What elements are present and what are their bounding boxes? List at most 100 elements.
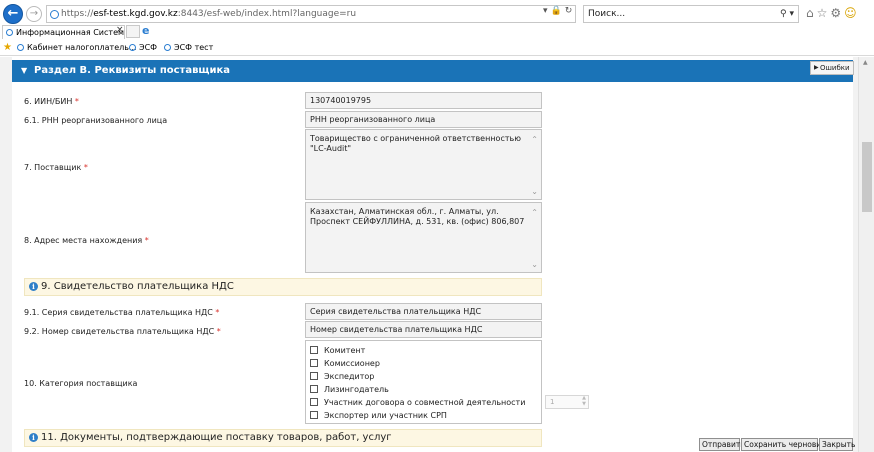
category-label: 10. Категория поставщика xyxy=(24,379,138,388)
smiley-icon[interactable]: ☺ xyxy=(844,6,860,20)
favorite-esf-test[interactable]: ЭСФ тест xyxy=(164,40,213,56)
iin-field[interactable]: 130740019795 xyxy=(305,92,542,109)
scrollbar-thumb[interactable] xyxy=(862,142,872,212)
iin-value: 130740019795 xyxy=(310,96,372,105)
ie-icon xyxy=(6,29,13,36)
documents-section: i 11. Документы, подтверждающие поставку… xyxy=(24,429,542,447)
forward-arrow-icon[interactable]: → xyxy=(26,6,42,22)
vat-number-label: 9.2. Номер свидетельства плательщика НДС… xyxy=(24,327,221,336)
edge-icon[interactable]: e xyxy=(142,25,154,38)
vat-certificate-section: i 9. Свидетельство плательщика НДС xyxy=(24,278,542,296)
checkbox-forwarder[interactable]: Экспедитор xyxy=(310,372,374,381)
info-icon: i xyxy=(29,433,38,442)
favorites-star-icon[interactable]: ☆ xyxy=(817,6,831,20)
vat-series-label: 9.1. Серия свидетельства плательщика НДС… xyxy=(24,308,220,317)
rnn-label: 6.1. РНН реорганизованного лица xyxy=(24,116,168,125)
lock-icon[interactable]: 🔒 xyxy=(551,6,565,16)
checkbox[interactable] xyxy=(310,346,318,354)
checkbox[interactable] xyxy=(310,385,318,393)
iin-label: 6. ИИН/БИН * xyxy=(24,97,79,106)
tab-title: Информационная Систем... xyxy=(16,28,125,37)
favorite-cabinet[interactable]: Кабинет налогоплатель... xyxy=(17,40,137,56)
toolbar-icons: ⌂☆⚙☺ xyxy=(806,6,860,20)
rnn-field[interactable]: РНН реорганизованного лица xyxy=(305,111,542,128)
scroll-up-icon[interactable]: ⌃ xyxy=(531,135,538,145)
supplier-label: 7. Поставщик * xyxy=(24,163,88,172)
close-tab-icon[interactable]: × xyxy=(116,25,124,35)
save-draft-button[interactable]: Сохранить черновик xyxy=(741,438,826,451)
ie-icon xyxy=(164,44,171,51)
checkbox-committent[interactable]: Комитент xyxy=(310,346,365,355)
checkbox[interactable] xyxy=(310,359,318,367)
vat-number-placeholder: Номер свидетельства плательщика НДС xyxy=(310,325,483,334)
address-bar[interactable]: https://esf-test.kgd.gov.kz:8443/esf-web… xyxy=(46,5,576,23)
participant-count-spinner[interactable]: 1 ▲ ▼ xyxy=(545,395,589,409)
back-arrow-icon[interactable]: ← xyxy=(3,4,23,24)
dropdown-icon[interactable]: ▾ xyxy=(543,6,551,16)
scroll-up-arrow-icon[interactable]: ▲ xyxy=(863,59,868,66)
checkbox-commissioner[interactable]: Комиссионер xyxy=(310,359,380,368)
checkbox[interactable] xyxy=(310,372,318,380)
checkbox-joint-activity[interactable]: Участник договора о совместной деятельно… xyxy=(310,398,525,407)
url-prefix: https:// xyxy=(61,9,94,19)
vat-series-placeholder: Серия свидетельства плательщика НДС xyxy=(310,307,482,316)
errors-button[interactable]: ▶ Ошибки xyxy=(810,61,854,75)
scroll-up-icon[interactable]: ⌃ xyxy=(531,208,538,218)
favorites-icon[interactable]: ★ xyxy=(3,40,12,56)
errors-label: Ошибки xyxy=(820,64,850,72)
search-placeholder: Поиск... xyxy=(588,9,626,19)
vat-section-title: 9. Свидетельство плательщика НДС xyxy=(41,281,234,292)
collapse-caret-icon: ▼ xyxy=(21,66,28,75)
home-icon[interactable]: ⌂ xyxy=(806,6,817,20)
search-icon[interactable]: ⚲ ▾ xyxy=(780,6,794,22)
checkbox-lessor[interactable]: Лизингодатель xyxy=(310,385,389,394)
vat-series-field[interactable]: Серия свидетельства плательщика НДС xyxy=(305,303,542,320)
form-content: ▼ Раздел B. Реквизиты поставщика 6. ИИН/… xyxy=(12,57,853,452)
vat-number-field[interactable]: Номер свидетельства плательщика НДС xyxy=(305,321,542,338)
checkbox-label: Комиссионер xyxy=(324,359,380,368)
refresh-icon[interactable]: ↻ xyxy=(565,6,576,16)
documents-section-title: 11. Документы, подтверждающие поставку т… xyxy=(41,432,392,443)
supplier-value: Товарищество с ограниченной ответственно… xyxy=(310,134,521,153)
gear-icon[interactable]: ⚙ xyxy=(830,6,844,20)
browser-tab[interactable]: Информационная Систем... xyxy=(2,25,125,39)
checkbox-label: Лизингодатель xyxy=(324,385,389,394)
info-icon: i xyxy=(29,282,38,291)
section-title: Раздел B. Реквизиты поставщика xyxy=(34,65,231,76)
new-tab-button[interactable] xyxy=(126,25,140,38)
send-button[interactable]: Отправить xyxy=(699,438,745,451)
url-host: esf-test.kgd.gov.kz xyxy=(93,9,178,19)
favorites-bar: ★ Кабинет налогоплатель... ЭСФ ЭСФ тест xyxy=(0,40,874,56)
ie-icon xyxy=(17,44,24,51)
address-value: Казахстан, Алматинская обл., г. Алматы, … xyxy=(310,207,525,226)
vertical-scrollbar[interactable]: ▲ xyxy=(858,57,874,452)
spinner-value: 1 xyxy=(550,398,555,406)
checkbox-label: Участник договора о совместной деятельно… xyxy=(324,398,526,407)
category-checkbox-group: Комитент Комиссионер Экспедитор Лизингод… xyxy=(305,340,542,424)
address-textarea[interactable]: Казахстан, Алматинская обл., г. Алматы, … xyxy=(305,202,542,273)
close-button[interactable]: Закрыть xyxy=(819,438,855,451)
favorite-label: Кабинет налогоплатель... xyxy=(27,43,137,52)
ie-icon xyxy=(50,10,59,19)
url-rest: :8443/esf-web/index.html?language=ru xyxy=(177,9,357,19)
browser-chrome: ← → https://esf-test.kgd.gov.kz:8443/esf… xyxy=(0,0,874,56)
search-input[interactable]: Поиск... ⚲ ▾ xyxy=(583,5,799,23)
favorite-label: ЭСФ xyxy=(139,43,158,52)
spinner-arrows-icon[interactable]: ▲ ▼ xyxy=(582,395,586,407)
scroll-down-icon[interactable]: ⌄ xyxy=(531,187,538,197)
supplier-textarea[interactable]: Товарищество с ограниченной ответственно… xyxy=(305,129,542,200)
ie-icon xyxy=(129,44,136,51)
checkbox-label: Экспедитор xyxy=(324,372,375,381)
favorite-esf[interactable]: ЭСФ xyxy=(129,40,157,56)
checkbox-label: Экспортер или участник СРП xyxy=(324,411,447,420)
checkbox[interactable] xyxy=(310,398,318,406)
checkbox-exporter[interactable]: Экспортер или участник СРП xyxy=(310,411,447,420)
favorite-label: ЭСФ тест xyxy=(174,43,214,52)
address-tools: ▾🔒↻ xyxy=(543,6,575,16)
section-b-header[interactable]: ▼ Раздел B. Реквизиты поставщика xyxy=(12,60,853,82)
checkbox-label: Комитент xyxy=(324,346,366,355)
scroll-down-icon[interactable]: ⌄ xyxy=(531,260,538,270)
address-label: 8. Адрес места нахождения * xyxy=(24,236,149,245)
checkbox[interactable] xyxy=(310,411,318,419)
rnn-placeholder: РНН реорганизованного лица xyxy=(310,115,436,124)
